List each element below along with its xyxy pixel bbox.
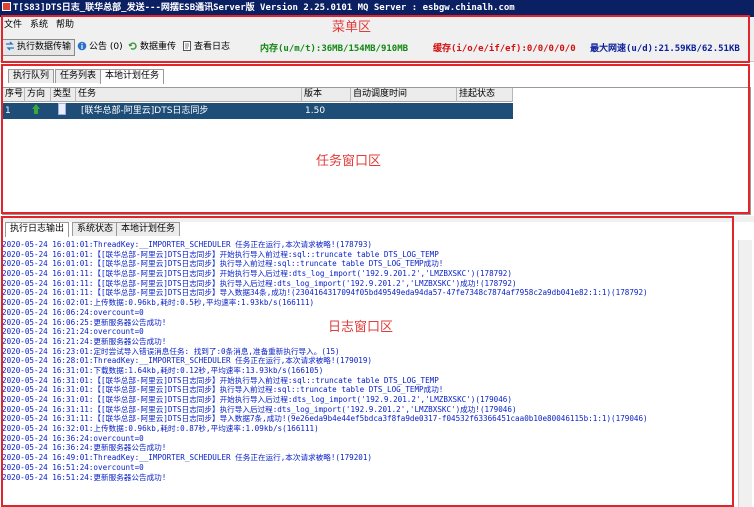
window-title-bar: T[S83]DTS日志_联华总部_发送---网摆ESB通讯Server版 Ver…: [0, 0, 754, 17]
tab-execution-queue[interactable]: 执行队列: [8, 69, 55, 83]
resend-icon: [128, 42, 137, 50]
log-line: 2020-05-24 16:51:24:overcount=0: [2, 462, 144, 472]
max-speed-status: 最大网速(u/d):21.59KB/62.51KB: [590, 44, 740, 54]
info-icon: [77, 41, 87, 51]
log-line: 2020-05-24 16:31:01:【[联华总部-阿里云]DTS日志同步】开…: [2, 395, 512, 404]
menu-item-system[interactable]: 系统: [26, 17, 52, 34]
log-window: 2020-05-24 16:01:01:ThreadKey:__IMPORTER…: [2, 240, 732, 507]
tab-local-scheduled-tasks[interactable]: 本地计划任务: [100, 69, 165, 84]
tab-task-list[interactable]: 任务列表: [55, 69, 102, 83]
tab-system-status[interactable]: 系统状态: [72, 222, 119, 236]
log-line: 2020-05-24 16:21:24:更新服务器公告成功!: [2, 336, 167, 346]
log-line: 2020-05-24 16:01:01:ThreadKey:__IMPORTER…: [2, 240, 373, 249]
log-line: 2020-05-24 16:01:01:【[联华总部-阿里云]DTS日志同步】开…: [2, 249, 439, 259]
document-icon: [183, 41, 191, 51]
toolbar: 执行数据传输 公告 (0) 数据重传 查看日志 内存(u/m/t):36MB/1…: [0, 34, 754, 62]
col-type[interactable]: 类型: [51, 88, 76, 102]
announcement-button[interactable]: 公告 (0): [73, 39, 127, 56]
execute-transfer-button[interactable]: 执行数据传输: [1, 39, 76, 56]
col-direction[interactable]: 方向: [25, 88, 51, 102]
log-line: 2020-05-24 16:31:01:【[联华总部-阿里云]DTS日志同步】开…: [2, 375, 439, 385]
memory-status: 内存(u/m/t):36MB/154MB/910MB: [260, 44, 409, 54]
view-log-label: 查看日志: [194, 42, 231, 52]
log-line: 2020-05-24 16:36:24:更新服务器公告成功!: [2, 443, 167, 453]
row-suspend-status: [458, 103, 460, 119]
col-task[interactable]: 任务: [76, 88, 302, 102]
log-line: 2020-05-24 16:01:11:【[联华总部-阿里云]DTS日志同步】导…: [2, 288, 648, 298]
task-table-header: 序号 方向 类型 任务 版本 自动调度时间 挂起状态: [3, 88, 513, 102]
log-tab-strip: 执行日志输出 系统状态 本地计划任务: [2, 222, 202, 237]
log-line: 2020-05-24 16:28:01:ThreadKey:__IMPORTER…: [2, 356, 373, 366]
task-tab-strip: 执行队列 任务列表 本地计划任务: [2, 69, 202, 84]
log-scrollbar[interactable]: [738, 240, 752, 507]
log-line: 2020-05-24 16:31:11:【[联华总部-阿里云]DTS日志同步】执…: [2, 404, 517, 414]
cache-status: 缓存(i/o/e/if/ef):0/0/0/0/0: [433, 44, 576, 54]
task-area-annotation: 任务窗口区: [316, 154, 382, 169]
tab-log-local-scheduled-tasks[interactable]: 本地计划任务: [116, 222, 181, 236]
view-log-button[interactable]: 查看日志: [178, 39, 234, 56]
tab-execution-log[interactable]: 执行日志输出: [5, 222, 70, 237]
log-line: 2020-05-24 16:01:11:【[联华总部-阿里云]DTS日志同步】执…: [2, 278, 517, 288]
log-line: 2020-05-24 16:32:01:上传数据:0.96kb,耗时:0.87秒…: [2, 424, 319, 434]
log-line: 2020-05-24 16:36:24:overcount=0: [2, 433, 144, 443]
log-line: 2020-05-24 16:23:01:定时尝试导入错误消息任务: 找到了:0条…: [2, 346, 340, 356]
log-line: 2020-05-24 16:49:01:ThreadKey:__IMPORTER…: [2, 453, 373, 463]
window-title: T[S83]DTS日志_联华总部_发送---网摆ESB通讯Server版 Ver…: [13, 3, 515, 13]
app-icon: [2, 2, 11, 11]
col-suspend-status[interactable]: 挂起状态: [457, 88, 513, 102]
row-schedule: [352, 103, 354, 119]
data-resend-button[interactable]: 数据重传: [124, 39, 180, 56]
row-index: 1: [5, 106, 11, 116]
announcement-label: 公告 (0): [89, 42, 123, 52]
col-schedule-time[interactable]: 自动调度时间: [351, 88, 457, 102]
execute-transfer-label: 执行数据传输: [17, 42, 72, 52]
log-line: 2020-05-24 16:31:11:【[联华总部-阿里云]DTS日志同步】导…: [2, 414, 648, 424]
transfer-icon: [6, 41, 14, 51]
file-icon: [56, 103, 66, 119]
log-line: 2020-05-24 16:51:24:更新服务器公告成功!: [2, 472, 167, 482]
log-line: 2020-05-24 16:01:01:【[联华总部-阿里云]DTS日志同步】执…: [2, 259, 444, 269]
log-line: 2020-05-24 16:01:11:【[联华总部-阿里云]DTS日志同步】开…: [2, 269, 512, 279]
col-version[interactable]: 版本: [302, 88, 351, 102]
log-line: 2020-05-24 16:31:01:【[联华总部-阿里云]DTS日志同步】执…: [2, 385, 444, 395]
log-line: 2020-05-24 16:02:01:上传数据:0.96kb,耗时:0.5秒,…: [2, 298, 315, 308]
upload-arrow-icon: [28, 103, 42, 119]
menu-bar: 文件 系统 帮助: [0, 17, 754, 34]
row-task-name: [联华总部-阿里云]DTS日志同步: [81, 106, 209, 116]
log-area-annotation: 日志窗口区: [328, 320, 394, 335]
table-row[interactable]: 1 [联华总部-阿里云]DTS日志同步 1.50: [3, 103, 513, 119]
menu-area-annotation: 菜单区: [332, 20, 372, 35]
log-line: 2020-05-24 16:31:01:下载数据:1.64kb,耗时:0.12秒…: [2, 365, 324, 375]
menu-item-file[interactable]: 文件: [0, 17, 26, 34]
menu-item-help[interactable]: 帮助: [52, 17, 78, 34]
row-version: 1.50: [305, 106, 326, 116]
col-index[interactable]: 序号: [3, 88, 25, 102]
data-resend-label: 数据重传: [140, 42, 177, 52]
